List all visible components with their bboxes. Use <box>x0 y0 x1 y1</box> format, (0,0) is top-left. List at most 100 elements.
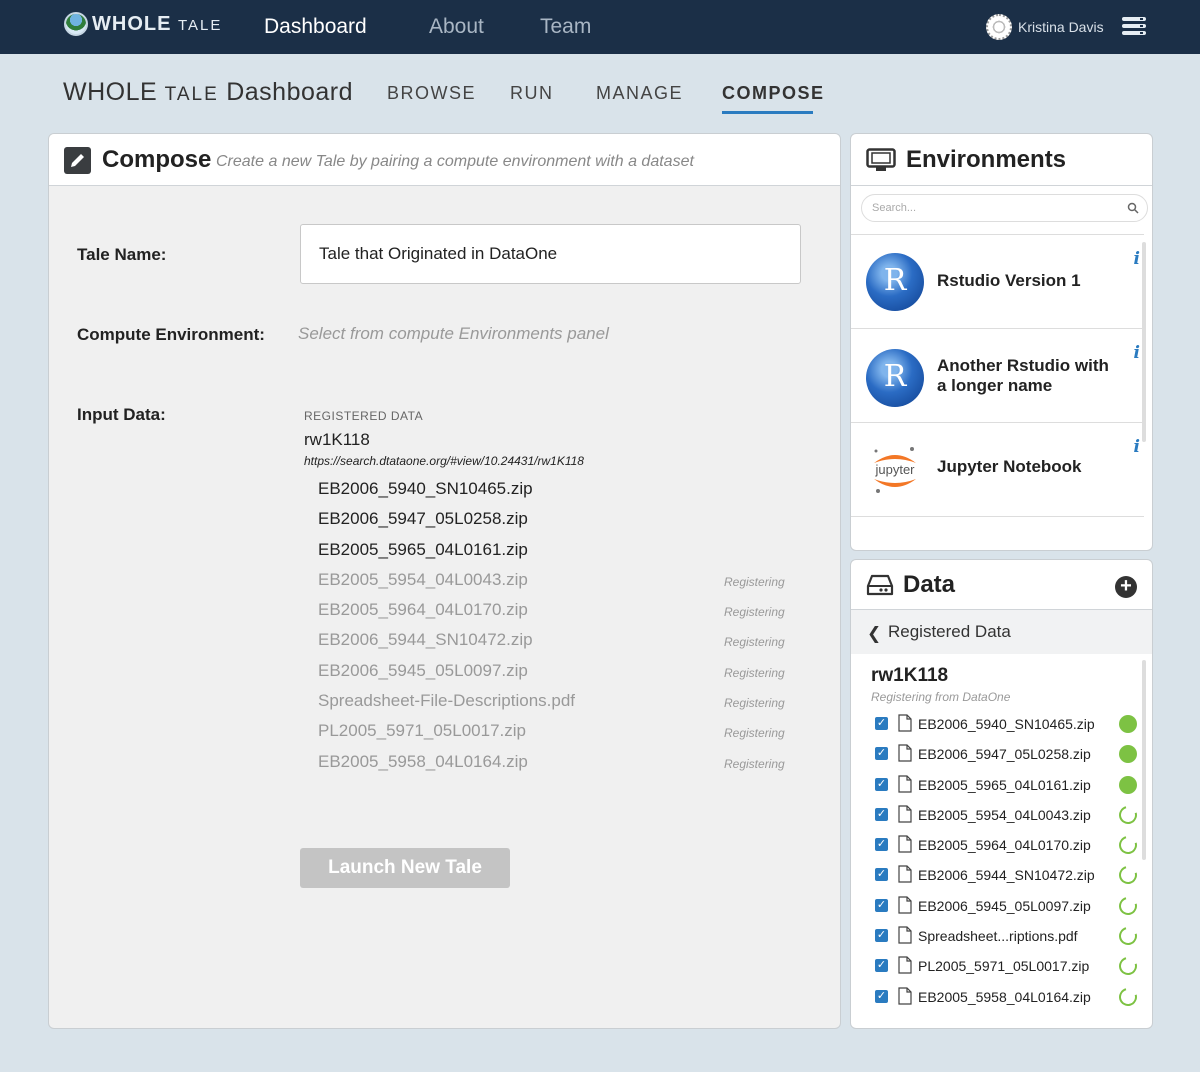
input-data-label: Input Data: <box>77 405 166 424</box>
dataset-id: rw1K118 <box>304 430 370 449</box>
launch-new-tale-button[interactable]: Launch New Tale <box>300 848 510 888</box>
environment-scrollbar[interactable] <box>1142 242 1146 442</box>
user-menu[interactable]: Kristina Davis <box>986 14 1104 40</box>
environment-item[interactable]: R Another Rstudio with a longer name i <box>851 329 1144 423</box>
environment-search-input[interactable]: Search... <box>861 194 1148 222</box>
info-icon[interactable]: i <box>1134 249 1140 269</box>
info-icon[interactable]: i <box>1134 343 1140 363</box>
active-tab-indicator <box>722 111 813 114</box>
file-icon <box>898 835 912 853</box>
info-icon[interactable]: i <box>1134 437 1140 457</box>
logo-text-small: TALE <box>178 16 223 34</box>
hard-drive-icon <box>866 574 894 596</box>
environments-title: Environments <box>906 146 1067 173</box>
data-file-row: ✓ EB2005_5954_04L0043.zip <box>873 802 1141 834</box>
tab-browse[interactable]: BROWSE <box>387 83 476 104</box>
data-file-name: EB2006_5947_05L0258.zip <box>918 746 1091 763</box>
avatar <box>986 14 1012 40</box>
list-item: EB2005_5964_04L0170.zip Registering <box>318 598 798 628</box>
checkbox[interactable]: ✓ <box>875 989 888 1003</box>
environment-item[interactable]: R Rstudio Version 1 i <box>851 235 1144 329</box>
compute-env-label: Compute Environment: <box>77 325 265 344</box>
whole-tale-logo[interactable]: WHOLE TALE <box>64 12 222 36</box>
dataset-url[interactable]: https://search.dtataone.org/#view/10.244… <box>304 454 584 468</box>
checkbox[interactable]: ✓ <box>875 868 888 882</box>
file-name: EB2006_5940_SN10465.zip <box>318 479 533 498</box>
tab-manage[interactable]: MANAGE <box>596 83 683 104</box>
data-scrollbar[interactable] <box>1142 660 1146 860</box>
pencil-icon <box>64 147 91 174</box>
status-loading-icon <box>1115 863 1141 888</box>
data-file-name: EB2005_5954_04L0043.zip <box>918 806 1091 823</box>
file-name: EB2005_5965_04L0161.zip <box>318 539 528 559</box>
data-file-name: EB2006_5944_SN10472.zip <box>918 867 1095 884</box>
checkbox[interactable]: ✓ <box>875 959 888 973</box>
environment-item[interactable]: jupyter Jupyter Notebook i <box>851 423 1144 517</box>
nav-dashboard[interactable]: Dashboard <box>264 15 367 39</box>
server-menu-icon[interactable] <box>1122 17 1146 37</box>
file-icon <box>898 744 912 762</box>
compute-env-hint: Select from compute Environments panel <box>298 324 609 343</box>
checkbox[interactable]: ✓ <box>875 838 888 852</box>
status-complete-icon <box>1119 775 1137 794</box>
file-name: EB2005_5958_04L0164.zip <box>318 751 528 771</box>
file-status: Registering <box>724 605 785 620</box>
tab-compose[interactable]: COMPOSE <box>722 83 825 104</box>
checkbox[interactable]: ✓ <box>875 777 888 791</box>
nav-team[interactable]: Team <box>540 15 591 39</box>
page-title-rest: Dashboard <box>226 78 354 106</box>
nav-about[interactable]: About <box>429 15 484 39</box>
list-item: EB2006_5944_SN10472.zip Registering <box>318 628 798 658</box>
data-file-row: ✓ EB2005_5958_04L0164.zip <box>873 984 1141 1016</box>
status-loading-icon <box>1115 954 1141 979</box>
logo-text-big: WHOLE <box>92 12 172 35</box>
data-file-name: EB2005_5958_04L0164.zip <box>918 988 1091 1005</box>
list-item: Spreadsheet-File-Descriptions.pdf Registe… <box>318 689 798 719</box>
checkbox[interactable]: ✓ <box>875 898 888 912</box>
data-dataset-status: Registering from DataOne <box>871 690 1011 704</box>
compose-header: Compose Create a new Tale by pairing a c… <box>49 134 840 186</box>
globe-icon <box>64 12 88 36</box>
file-status: Registering <box>724 756 785 771</box>
tale-name-input[interactable]: Tale that Originated in DataOne <box>300 224 801 284</box>
tale-name-label: Tale Name: <box>77 245 167 264</box>
add-icon[interactable]: + <box>1115 576 1137 598</box>
jupyter-logo-icon: jupyter <box>874 447 916 493</box>
file-icon <box>898 774 912 793</box>
r-logo-icon: R <box>866 253 924 311</box>
environment-name: Jupyter Notebook <box>937 457 1082 476</box>
file-name: PL2005_5971_05L0017.zip <box>318 721 526 741</box>
checkbox[interactable]: ✓ <box>875 747 888 761</box>
back-bar[interactable]: ❮ Registered Data <box>851 610 1152 654</box>
file-icon <box>898 926 912 944</box>
chevron-left-icon: ❮ <box>867 624 882 643</box>
environments-header: Environments <box>851 134 1152 186</box>
data-file-name: EB2005_5964_04L0170.zip <box>918 837 1091 854</box>
data-file-row: ✓ EB2005_5965_04L0161.zip <box>873 774 1141 804</box>
file-icon <box>898 805 912 823</box>
checkbox[interactable]: ✓ <box>875 717 888 730</box>
input-file-list: EB2006_5940_SN10465.zip EB2006_5947_05L0… <box>318 477 798 780</box>
checkbox[interactable]: ✓ <box>875 929 888 943</box>
data-file-list: ✓ EB2006_5940_SN10465.zip ✓ EB2006_5947_05… <box>873 713 1141 1016</box>
checkbox[interactable]: ✓ <box>875 807 888 821</box>
monitor-icon <box>866 148 896 171</box>
page-title: WHOLE TALE Dashboard <box>63 78 353 107</box>
page-title-big: WHOLE <box>63 78 158 106</box>
data-file-name: EB2006_5945_05L0097.zip <box>918 897 1091 914</box>
data-file-name: EB2006_5940_SN10465.zip <box>918 716 1095 732</box>
list-item: EB2005_5954_04L0043.zip Registering <box>318 568 798 598</box>
search-icon <box>1127 202 1139 214</box>
status-loading-icon <box>1115 984 1141 1009</box>
tab-run[interactable]: RUN <box>510 83 554 104</box>
registered-data-back-label: Registered Data <box>888 622 1011 641</box>
data-file-row: ✓ Spreadsheet...riptions.pdf <box>873 923 1141 955</box>
registered-data-label: REGISTERED DATA <box>304 409 424 423</box>
file-name: EB2005_5964_04L0170.zip <box>318 600 528 620</box>
data-header: Data + <box>851 560 1152 610</box>
file-status: Registering <box>724 635 785 650</box>
r-logo-icon: R <box>866 349 924 407</box>
data-panel: Data + ❮ Registered Data rw1K118 Registe… <box>850 559 1153 1029</box>
file-status: Registering <box>724 665 785 680</box>
data-file-row: ✓ EB2006_5945_05L0097.zip <box>873 893 1141 925</box>
